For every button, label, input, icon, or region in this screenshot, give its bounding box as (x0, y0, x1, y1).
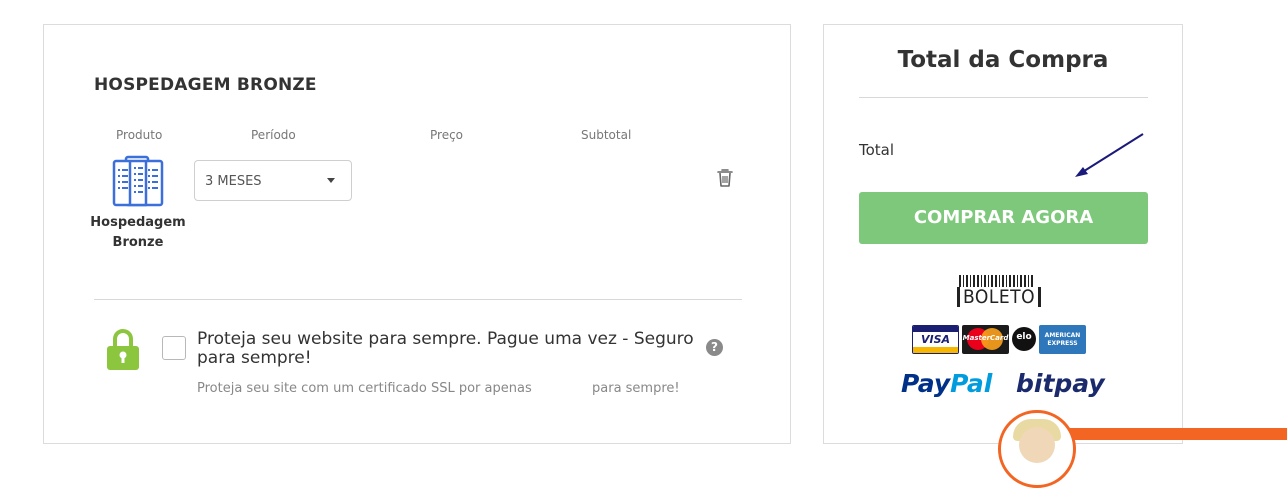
chevron-down-icon (327, 178, 335, 183)
total-label: Total (859, 141, 895, 159)
product-title: HOSPEDAGEM BRONZE (94, 75, 317, 95)
summary-heading: Total da Compra (897, 47, 1109, 73)
product-name: Hospedagem Bronze (90, 213, 186, 253)
card-brands: VISA MasterCard elo AMERICAN EXPRESS (912, 325, 1086, 355)
ssl-title: Proteja seu website para sempre. Pague u… (197, 329, 694, 368)
server-icon (112, 155, 164, 207)
order-summary-panel: Total da Compra Total COMPRAR AGORA BOLE… (823, 24, 1183, 444)
amex-logo: AMERICAN EXPRESS (1039, 325, 1086, 354)
product-name-line1: Hospedagem (90, 215, 186, 230)
boleto-label: BOLETO (957, 287, 1042, 307)
trash-icon[interactable] (716, 168, 734, 188)
mastercard-logo: MasterCard (962, 325, 1009, 354)
column-header-subtotal: Subtotal (581, 128, 632, 142)
lock-icon (107, 329, 139, 370)
column-header-produto: Produto (116, 128, 163, 142)
ssl-description: Proteja seu site com um certificado SSL … (197, 381, 680, 396)
divider (94, 299, 742, 300)
chat-widget-bar[interactable] (1060, 428, 1287, 440)
bitpay-logo: bitpay (1016, 369, 1105, 398)
arrow-annotation-icon (1075, 133, 1144, 177)
ssl-description-start: Proteja seu site com um certificado SSL … (197, 381, 532, 396)
paypal-logo: PayPal (901, 369, 993, 398)
product-name-line2: Bronze (112, 235, 164, 250)
boleto-logo: BOLETO (957, 275, 1047, 309)
period-select[interactable]: 3 MESES (194, 160, 352, 201)
ssl-checkbox[interactable] (162, 336, 186, 360)
cart-panel: HOSPEDAGEM BRONZE Produto Período Preço … (43, 24, 791, 444)
chat-avatar[interactable] (998, 410, 1076, 488)
visa-logo: VISA (912, 325, 959, 354)
divider (859, 97, 1148, 98)
buy-now-button[interactable]: COMPRAR AGORA (859, 192, 1148, 244)
period-select-value: 3 MESES (205, 174, 262, 189)
column-header-preco: Preço (430, 128, 464, 142)
column-header-periodo: Período (251, 128, 296, 142)
help-icon[interactable]: ? (706, 339, 723, 356)
elo-logo: elo (1012, 327, 1036, 351)
ssl-description-end: para sempre! (592, 381, 680, 396)
